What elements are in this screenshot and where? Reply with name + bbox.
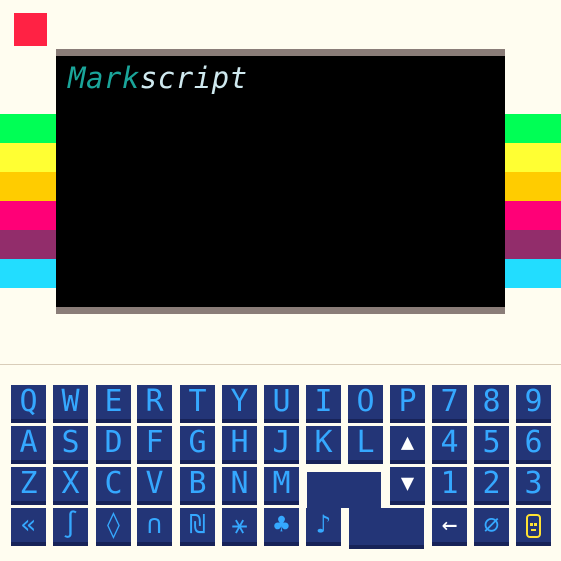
key-3[interactable]: 3 xyxy=(516,467,551,505)
shekel-key[interactable]: ₪ xyxy=(180,508,215,546)
text-screen[interactable]: Markscript xyxy=(56,56,505,307)
club-key[interactable]: ♣ xyxy=(264,508,299,546)
key-f[interactable]: F xyxy=(137,426,172,464)
empty-set-key[interactable]: ∅ xyxy=(474,508,509,546)
key-y[interactable]: Y xyxy=(222,385,257,423)
key-8[interactable]: 8 xyxy=(474,385,509,423)
enter-key-bottom[interactable] xyxy=(349,508,424,549)
key-c[interactable]: C xyxy=(96,467,131,505)
arrow-left-icon[interactable]: ← xyxy=(432,508,467,546)
keyboard-divider xyxy=(0,364,561,365)
key-r[interactable]: R xyxy=(137,385,172,423)
intersection-key[interactable]: ∩ xyxy=(137,508,172,546)
corner-square xyxy=(14,13,47,46)
triangle-down-icon[interactable]: ▼ xyxy=(390,467,425,505)
stripe-yellow-left xyxy=(0,143,57,172)
key-w[interactable]: W xyxy=(53,385,88,423)
key-p[interactable]: P xyxy=(390,385,425,423)
key-x[interactable]: X xyxy=(53,467,88,505)
music-note-key[interactable]: ♪ xyxy=(306,508,341,546)
key-i[interactable]: I xyxy=(306,385,341,423)
robot-face-icon xyxy=(526,514,541,538)
sextile-key[interactable]: ⚹ xyxy=(222,508,257,546)
enter-key-top[interactable] xyxy=(307,472,381,508)
stripe-pink-left xyxy=(0,201,57,230)
key-e[interactable]: E xyxy=(96,385,131,423)
key-6[interactable]: 6 xyxy=(516,426,551,464)
key-h[interactable]: H xyxy=(222,426,257,464)
key-m[interactable]: M xyxy=(264,467,299,505)
stripe-purple-right xyxy=(505,230,561,259)
robot-key[interactable] xyxy=(516,508,551,546)
stripe-pink-right xyxy=(505,201,561,230)
title-mark: Mark xyxy=(68,61,140,95)
key-q[interactable]: Q xyxy=(11,385,46,423)
stripe-orange-left xyxy=(0,172,57,201)
key-n[interactable]: N xyxy=(222,467,257,505)
key-a[interactable]: A xyxy=(11,426,46,464)
key-s[interactable]: S xyxy=(53,426,88,464)
title-script: script xyxy=(139,61,248,95)
key-5[interactable]: 5 xyxy=(474,426,509,464)
key-7[interactable]: 7 xyxy=(432,385,467,423)
robot-mouth xyxy=(531,529,536,531)
key-d[interactable]: D xyxy=(96,426,131,464)
key-u[interactable]: U xyxy=(264,385,299,423)
stripe-yellow-right xyxy=(505,143,561,172)
screen-title: Markscript xyxy=(68,61,248,95)
lozenge-key[interactable]: ◊ xyxy=(96,508,131,546)
integral-key[interactable]: ∫ xyxy=(53,508,88,546)
key-t[interactable]: T xyxy=(180,385,215,423)
key-j[interactable]: J xyxy=(264,426,299,464)
key-k[interactable]: K xyxy=(306,426,341,464)
key-g[interactable]: G xyxy=(180,426,215,464)
double-chevron-left-icon[interactable]: « xyxy=(11,508,46,546)
key-2[interactable]: 2 xyxy=(474,467,509,505)
stripe-purple-left xyxy=(0,230,57,259)
key-4[interactable]: 4 xyxy=(432,426,467,464)
key-l[interactable]: L xyxy=(348,426,383,464)
key-v[interactable]: V xyxy=(137,467,172,505)
stripe-cyan-left xyxy=(0,259,57,288)
stripe-cyan-right xyxy=(505,259,561,288)
stripe-green-right xyxy=(505,114,561,143)
key-9[interactable]: 9 xyxy=(516,385,551,423)
stripe-green-left xyxy=(0,114,57,143)
key-b[interactable]: B xyxy=(180,467,215,505)
triangle-up-icon[interactable]: ▲ xyxy=(390,426,425,464)
stripe-orange-right xyxy=(505,172,561,201)
key-z[interactable]: Z xyxy=(11,467,46,505)
key-1[interactable]: 1 xyxy=(432,467,467,505)
key-o[interactable]: O xyxy=(348,385,383,423)
screen-frame: Markscript xyxy=(56,49,505,314)
